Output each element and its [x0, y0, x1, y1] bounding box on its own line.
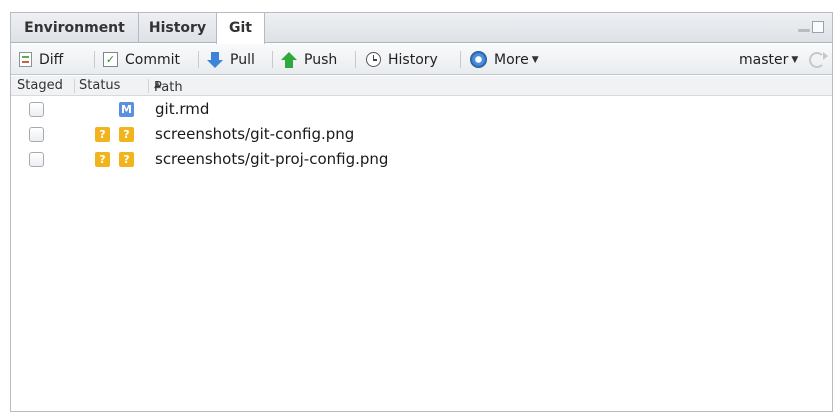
staged-checkbox[interactable]: [29, 152, 44, 167]
column-divider: [148, 79, 149, 93]
column-staged[interactable]: Staged: [17, 78, 63, 93]
column-status[interactable]: Status: [79, 78, 120, 93]
commit-label: Commit: [125, 51, 180, 68]
caret-down-icon: ▼: [531, 54, 539, 65]
untracked-status-icon: ?: [95, 127, 110, 142]
pull-button[interactable]: Pull: [207, 44, 255, 75]
git-pane: Environment History Git Diff ✓ Commit Pu…: [10, 12, 833, 412]
untracked-status-icon: ?: [119, 152, 134, 167]
minimize-icon[interactable]: [798, 29, 810, 32]
tab-bar: Environment History Git: [11, 13, 832, 44]
tab-history[interactable]: History: [139, 13, 217, 43]
more-menu-button[interactable]: More ▼: [470, 44, 539, 75]
commit-icon: ✓: [103, 52, 118, 67]
branch-label: master: [739, 51, 789, 68]
diff-button[interactable]: Diff: [19, 44, 63, 75]
caret-down-icon: ▼: [791, 54, 799, 65]
maximize-icon[interactable]: [812, 21, 824, 33]
gear-icon: [470, 51, 487, 68]
file-row[interactable]: ? ? screenshots/git-proj-config.png: [11, 147, 832, 172]
push-arrow-icon: [281, 51, 297, 68]
more-label: More: [494, 51, 529, 68]
staged-checkbox[interactable]: [29, 102, 44, 117]
refresh-button[interactable]: [809, 44, 828, 75]
toolbar-divider: [198, 51, 199, 68]
file-path: screenshots/git-proj-config.png: [155, 150, 389, 168]
diff-icon: [19, 52, 32, 67]
column-header: Staged Status ▲ Path: [11, 76, 832, 96]
file-row[interactable]: M git.rmd: [11, 97, 832, 122]
modified-status-icon: M: [119, 102, 134, 117]
file-path: git.rmd: [155, 100, 210, 118]
diff-label: Diff: [39, 51, 64, 68]
toolbar-divider: [94, 51, 95, 68]
file-row[interactable]: ? ? screenshots/git-config.png: [11, 122, 832, 147]
file-path: screenshots/git-config.png: [155, 125, 355, 143]
push-label: Push: [304, 51, 338, 68]
tab-environment[interactable]: Environment: [11, 13, 139, 43]
toolbar-divider: [272, 51, 273, 68]
clock-icon: [366, 52, 381, 67]
column-divider: [74, 79, 75, 93]
untracked-status-icon: ?: [119, 127, 134, 142]
toolbar: Diff ✓ Commit Pull Push History More ▼ m…: [11, 44, 832, 75]
branch-dropdown[interactable]: master ▼: [739, 44, 798, 75]
refresh-icon: [809, 51, 828, 68]
window-controls: [798, 20, 826, 36]
history-button[interactable]: History: [366, 44, 438, 75]
untracked-status-icon: ?: [95, 152, 110, 167]
column-path-label: Path: [154, 80, 183, 95]
file-list: M git.rmd ? ? screenshots/git-config.png…: [11, 97, 832, 172]
toolbar-divider: [460, 51, 461, 68]
history-label: History: [388, 51, 438, 68]
commit-button[interactable]: ✓ Commit: [103, 44, 180, 75]
pull-arrow-icon: [207, 51, 223, 68]
push-button[interactable]: Push: [281, 44, 337, 75]
staged-checkbox[interactable]: [29, 127, 44, 142]
pull-label: Pull: [230, 51, 255, 68]
tab-git[interactable]: Git: [216, 13, 265, 44]
toolbar-divider: [355, 51, 356, 68]
